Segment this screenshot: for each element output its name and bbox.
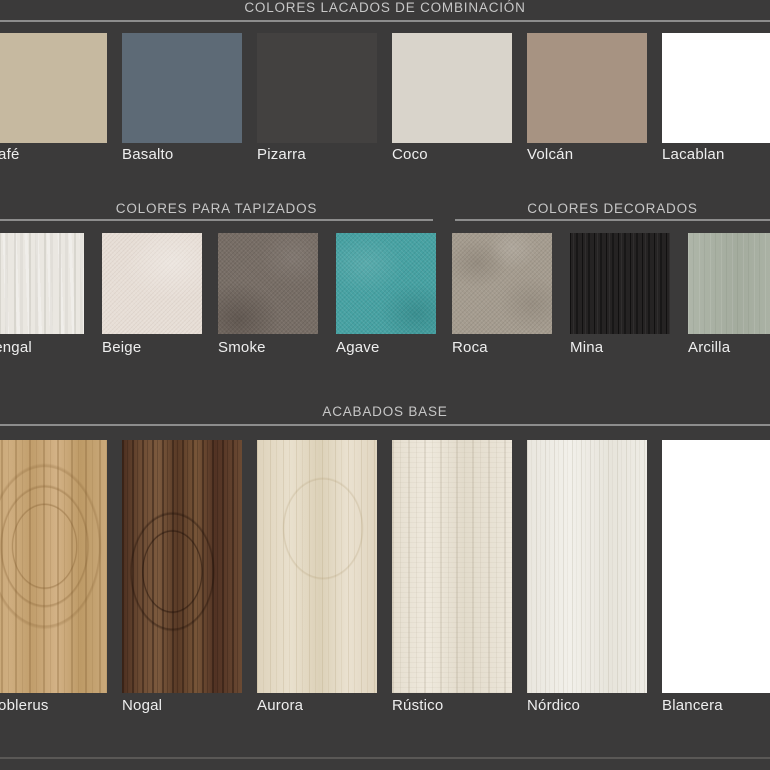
section-title-tapizados: COLORES PARA TAPIZADOS [0,201,433,217]
swatch-label: Lacablan [662,147,770,163]
swatch-basalto[interactable]: Basalto [122,33,242,163]
swatch-roca[interactable]: Roca [452,233,552,356]
swatch-aurora[interactable]: Aurora [257,440,377,714]
swatch-label: Arcilla [688,340,770,356]
swatch-label: Basalto [122,147,242,163]
swatch-tile-basalto[interactable] [122,33,242,143]
swatch-tile-agave[interactable] [336,233,436,334]
swatch-label: Nórdico [527,698,647,714]
swatch-nordico[interactable]: Nórdico [527,440,647,714]
swatch-pizarra[interactable]: Pizarra [257,33,377,163]
swatch-bengal[interactable]: Bengal [0,233,84,356]
swatch-label: Aurora [257,698,377,714]
swatch-rustico[interactable]: Rústico [392,440,512,714]
swatch-arcilla[interactable]: Arcilla [688,233,770,356]
swatch-beige[interactable]: Beige [102,233,202,356]
swatch-agave[interactable]: Agave [336,233,436,356]
section-title-lacados: COLORES LACADOS DE COMBINACIÓN [0,0,770,16]
swatch-tile-mina[interactable] [570,233,670,334]
rule-lacados [0,20,770,22]
swatch-nogal[interactable]: Nogal [122,440,242,714]
swatch-label: Rústico [392,698,512,714]
swatch-tile-volcan[interactable] [527,33,647,143]
swatch-tile-coco[interactable] [392,33,512,143]
swatch-tile-aurora[interactable] [257,440,377,693]
swatch-tile-roca[interactable] [452,233,552,334]
swatch-tile-bengal[interactable] [0,233,84,334]
swatch-label: Roca [452,340,552,356]
swatch-mina[interactable]: Mina [570,233,670,356]
swatch-label: Agave [336,340,436,356]
swatch-label: Beige [102,340,202,356]
swatch-label: Volcán [527,147,647,163]
swatch-volcan[interactable]: Volcán [527,33,647,163]
swatch-label: Nogal [122,698,242,714]
swatch-smoke[interactable]: Smoke [218,233,318,356]
swatch-label: Smoke [218,340,318,356]
swatch-label: Blancera [662,698,770,714]
section-title-decorados: COLORES DECORADOS [455,201,770,217]
swatch-tile-roblerus[interactable] [0,440,107,693]
swatch-tile-nogal[interactable] [122,440,242,693]
catalog-page: COLORES LACADOS DE COMBINACIÓN Café Basa… [0,0,770,770]
swatch-label: Mina [570,340,670,356]
rule-footer [0,757,770,759]
swatch-cafe[interactable]: Café [0,33,107,163]
rule-acabados [0,424,770,426]
swatch-lacablan[interactable]: Lacablan [662,33,770,163]
rule-decorados [455,219,770,221]
swatch-tile-smoke[interactable] [218,233,318,334]
swatch-label: Café [0,147,107,163]
swatch-label: Pizarra [257,147,377,163]
swatch-label: Bengal [0,340,84,356]
swatch-tile-arcilla[interactable] [688,233,770,334]
swatch-label: Coco [392,147,512,163]
swatch-tile-pizarra[interactable] [257,33,377,143]
swatch-tile-rustico[interactable] [392,440,512,693]
section-title-acabados: ACABADOS BASE [0,404,770,420]
swatch-coco[interactable]: Coco [392,33,512,163]
swatch-roblerus[interactable]: Roblerus [0,440,107,714]
swatch-tile-lacablan[interactable] [662,33,770,143]
swatch-tile-cafe[interactable] [0,33,107,143]
swatch-tile-nordico[interactable] [527,440,647,693]
swatch-blancera[interactable]: Blancera [662,440,770,714]
swatch-tile-blancera[interactable] [662,440,770,693]
swatch-tile-beige[interactable] [102,233,202,334]
rule-tapizados [0,219,433,221]
swatch-label: Roblerus [0,698,107,714]
